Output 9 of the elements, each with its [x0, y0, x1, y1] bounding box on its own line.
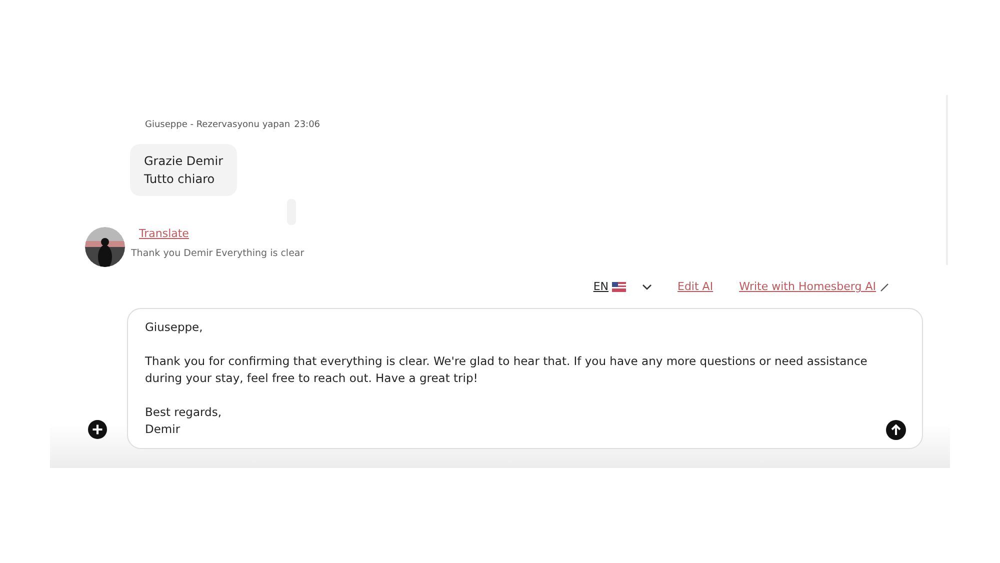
message-bubble: Grazie Demir Tutto chiaro [130, 144, 237, 196]
translate-link[interactable]: Translate [139, 226, 304, 242]
sender-name: Giuseppe - Rezervasyonu yapan [145, 119, 290, 132]
message-field[interactable]: Giuseppe, Thank you for confirming that everything is clear. We're glad to hear that. If you have any more questions or need assistance during your stay, feel free to reach out. Have a great trip! Best regards, Demir [127, 308, 923, 448]
write-ai-link[interactable]: Write with Homesberg AI [739, 279, 890, 296]
translated-text: Thank you Demir Everything is clear [131, 247, 304, 262]
edit-ai-link[interactable]: Edit AI [678, 279, 714, 296]
language-selector[interactable]: EN [593, 279, 626, 296]
message-time: 23:06 [294, 119, 320, 132]
